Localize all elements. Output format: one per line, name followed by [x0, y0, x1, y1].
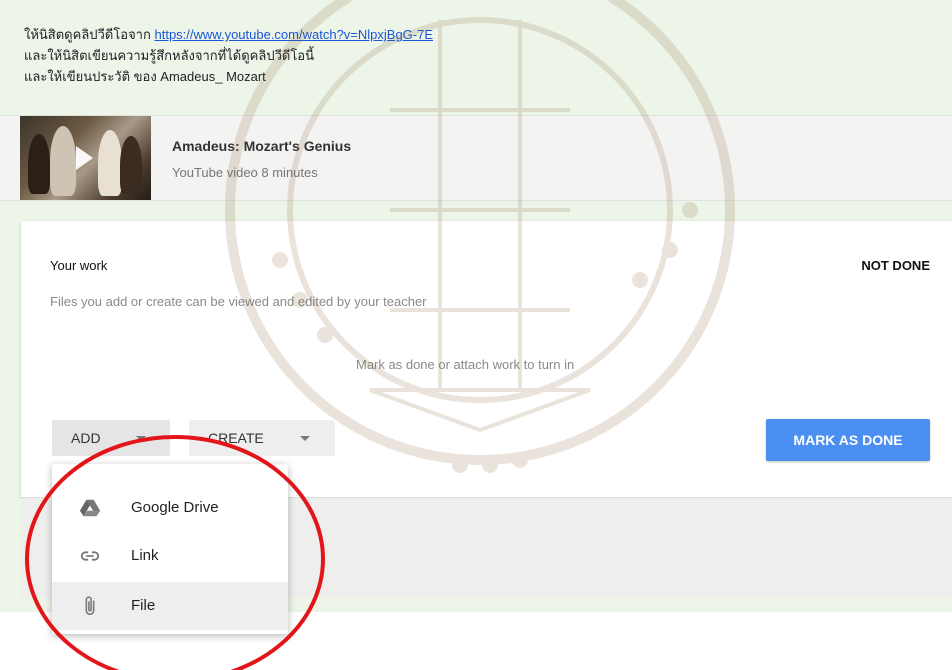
- link-icon: [80, 551, 100, 561]
- video-attachment[interactable]: Amadeus: Mozart's Genius YouTube video 8…: [0, 115, 952, 201]
- your-work-card: Your work NOT DONE Files you add or crea…: [21, 221, 952, 497]
- menu-item-link[interactable]: Link: [52, 532, 288, 580]
- video-thumbnail[interactable]: [20, 116, 151, 200]
- status-badge: NOT DONE: [861, 258, 930, 273]
- mark-as-done-button[interactable]: MARK AS DONE: [766, 419, 930, 461]
- menu-item-google-drive[interactable]: Google Drive: [52, 484, 288, 532]
- create-button-label: CREATE: [208, 430, 264, 446]
- add-button[interactable]: ADD: [52, 420, 170, 456]
- add-button-label: ADD: [71, 430, 101, 446]
- play-icon: [76, 146, 93, 170]
- menu-item-label: Link: [131, 547, 159, 564]
- your-work-heading: Your work: [50, 258, 108, 273]
- work-hint: Files you add or create can be viewed an…: [50, 294, 427, 309]
- instruction-line-1: ให้นิสิตดูคลิปวีดีโอจาก https://www.yout…: [24, 24, 433, 45]
- create-button[interactable]: CREATE: [189, 420, 335, 456]
- youtube-link[interactable]: https://www.youtube.com/watch?v=NlpxjBgG…: [154, 27, 433, 42]
- instruction-text: ให้นิสิตดูคลิปวีดีโอจาก: [24, 27, 151, 42]
- add-dropdown-menu: Google Drive Link File: [52, 464, 288, 634]
- chevron-down-icon: [136, 436, 146, 441]
- video-meta: YouTube video 8 minutes: [172, 165, 318, 180]
- menu-item-file[interactable]: File: [52, 582, 288, 630]
- menu-item-label: Google Drive: [131, 499, 219, 516]
- instruction-line-3: และให้เขียนประวัติ ของ Amadeus_ Mozart: [24, 69, 266, 84]
- menu-item-label: File: [131, 597, 156, 614]
- turn-in-hint: Mark as done or attach work to turn in: [356, 357, 575, 372]
- assignment-instructions: ให้นิสิตดูคลิปวีดีโอจาก https://www.yout…: [24, 24, 433, 87]
- instruction-line-2: และให้นิสิตเขียนความรู้สึกหลังจากที่ได้ด…: [24, 48, 314, 63]
- google-drive-icon: [79, 499, 101, 517]
- video-title[interactable]: Amadeus: Mozart's Genius: [172, 138, 351, 154]
- chevron-down-icon: [300, 436, 310, 441]
- paperclip-icon: [85, 596, 95, 616]
